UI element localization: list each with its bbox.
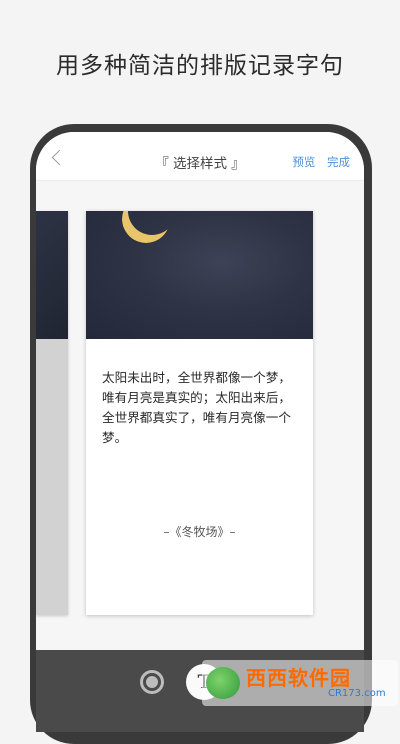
watermark-logo-icon: [206, 667, 240, 699]
circle-style-icon[interactable]: [140, 670, 164, 694]
site-watermark: 西西软件园 CR173.com: [202, 660, 398, 706]
preview-button[interactable]: 预览: [292, 155, 315, 169]
previous-style-card[interactable]: [36, 211, 68, 615]
previous-card-image: [36, 211, 68, 339]
promo-headline: 用多种简洁的排版记录字句: [56, 53, 344, 79]
done-button[interactable]: 完成: [327, 155, 350, 169]
night-sky-image: [86, 211, 313, 339]
selected-style-card[interactable]: 太阳未出时，全世界都像一个梦，唯有月亮是真实的；太阳出来后，全世界都真实了，唯有…: [86, 211, 313, 615]
watermark-url: CR173.com: [328, 688, 386, 699]
quote-text: 太阳未出时，全世界都像一个梦，唯有月亮是真实的；太阳出来后，全世界都真实了，唯有…: [102, 370, 291, 445]
style-carousel[interactable]: 太阳未出时，全世界都像一个梦，唯有月亮是真实的；太阳出来后，全世界都真实了，唯有…: [36, 181, 364, 650]
app-screen: 『 选择样式 』 预览 完成 太阳未出时，全世界都像一个梦，唯有月亮是真实的；太…: [36, 132, 364, 732]
quote-source: –《冬牧场》–: [163, 525, 236, 539]
top-navigation-bar: 『 选择样式 』 预览 完成: [36, 132, 364, 181]
watermark-title: 西西软件园: [246, 666, 351, 690]
toolbar-actions: 预览 完成: [284, 154, 350, 170]
crescent-moon-icon: [122, 211, 170, 243]
